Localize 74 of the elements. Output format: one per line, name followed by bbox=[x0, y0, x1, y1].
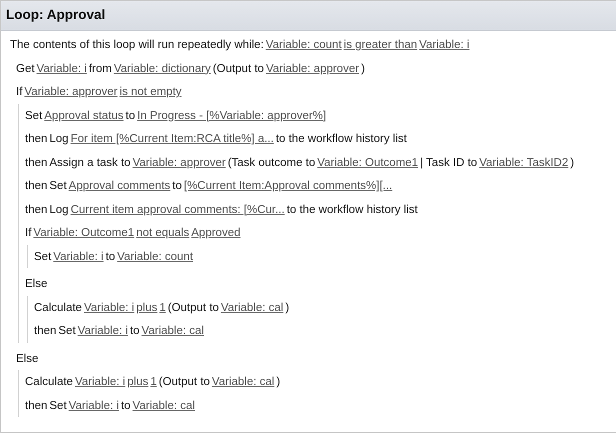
parameter-link[interactable]: Variable: cal bbox=[132, 398, 195, 415]
step-text: to bbox=[130, 324, 140, 340]
parameter-link[interactable]: Variable: i bbox=[78, 323, 128, 340]
parameter-link[interactable]: In Progress - [%Variable: approver%] bbox=[137, 108, 326, 125]
step-text: ) bbox=[570, 156, 574, 171]
step-text: Else bbox=[16, 352, 38, 367]
step-text: then bbox=[25, 179, 48, 194]
step-text: Assign a task to bbox=[49, 156, 131, 171]
parameter-link[interactable]: not equals bbox=[136, 225, 190, 242]
step-text: then bbox=[25, 398, 48, 414]
step-text: then bbox=[34, 324, 56, 340]
parameter-link[interactable]: 1 bbox=[159, 300, 166, 317]
step-text: The contents of this loop will run repeatedly while: bbox=[10, 38, 264, 54]
step-text: to the workflow history list bbox=[276, 132, 407, 148]
parameter-link[interactable]: Variable: approver bbox=[24, 84, 118, 102]
step-text: to bbox=[106, 250, 116, 265]
parameter-link[interactable]: Approved bbox=[191, 225, 240, 242]
step-text: then bbox=[25, 132, 48, 148]
parameter-link[interactable]: Variable: i bbox=[68, 398, 119, 415]
parameter-link[interactable]: Variable: i bbox=[419, 37, 470, 54]
step-text: (Output to bbox=[168, 300, 219, 316]
parameter-link[interactable]: Approval comments bbox=[68, 178, 170, 196]
step-text: (Task outcome to bbox=[228, 156, 316, 171]
step-text: If bbox=[16, 85, 22, 100]
parameter-link[interactable]: plus bbox=[136, 300, 158, 317]
step-text: ) bbox=[276, 375, 280, 390]
step-text: (Output to bbox=[212, 62, 264, 77]
step-text: ) bbox=[361, 62, 365, 77]
parameter-link[interactable]: is not empty bbox=[120, 84, 182, 102]
parameter-link[interactable]: Variable: cal bbox=[212, 374, 274, 392]
step-text: ) bbox=[285, 300, 290, 316]
step-text: Set bbox=[49, 179, 67, 194]
step-text: Set bbox=[58, 324, 76, 340]
parameter-link[interactable]: Variable: cal bbox=[220, 300, 284, 317]
parameter-link[interactable]: Variable: count bbox=[266, 37, 342, 54]
parameter-link[interactable]: is greater than bbox=[344, 37, 418, 54]
parameter-link[interactable]: Variable: TaskID2 bbox=[479, 154, 568, 172]
step-text: then bbox=[25, 202, 48, 218]
step-text: Get bbox=[16, 62, 35, 77]
parameter-link[interactable]: Variable: count bbox=[117, 248, 194, 266]
parameter-link[interactable]: [%Current Item:Approval comments%][... bbox=[184, 178, 392, 196]
step-text: to bbox=[126, 108, 136, 124]
parameter-link[interactable]: Variable: Outcome1 bbox=[317, 154, 418, 172]
step-text: from bbox=[88, 62, 112, 77]
step-text: to bbox=[120, 398, 131, 414]
parameter-link[interactable]: Variable: dictionary bbox=[114, 60, 211, 78]
step-text: Calculate bbox=[34, 300, 82, 316]
parameter-link[interactable]: Variable: i bbox=[74, 374, 126, 392]
parameter-link[interactable]: Variable: i bbox=[84, 300, 134, 317]
step-text: Log bbox=[49, 132, 69, 148]
step-text: then bbox=[25, 156, 48, 171]
parameter-link[interactable]: Variable: approver bbox=[132, 154, 226, 172]
step-text: If bbox=[25, 226, 32, 242]
parameter-link[interactable]: Variable: i bbox=[36, 60, 87, 78]
step-text: to the workflow history list bbox=[286, 202, 418, 218]
step-text: Log bbox=[49, 202, 69, 218]
parameter-link[interactable]: For item [%Current Item:RCA title%] a... bbox=[70, 131, 274, 148]
parameter-link[interactable]: Approval status bbox=[44, 108, 124, 125]
step-text: Set bbox=[34, 250, 52, 265]
loop-title: Loop: Approval bbox=[6, 7, 106, 22]
parameter-link[interactable]: 1 bbox=[150, 374, 157, 392]
step-text: Set bbox=[49, 398, 67, 414]
parameter-link[interactable]: Variable: cal bbox=[142, 323, 204, 340]
step-text: to bbox=[172, 179, 182, 194]
parameter-link[interactable]: Current item approval comments: [%Cur... bbox=[70, 202, 285, 219]
parameter-link[interactable]: Variable: i bbox=[53, 248, 104, 266]
step-text: Else bbox=[25, 277, 48, 292]
step-text: | Task ID to bbox=[420, 156, 478, 171]
step-text: Set bbox=[25, 108, 42, 124]
parameter-link[interactable]: plus bbox=[127, 374, 148, 392]
step-text: (Output to bbox=[158, 375, 210, 390]
parameter-link[interactable]: Variable: approver bbox=[266, 60, 360, 78]
step-text: Calculate bbox=[25, 375, 73, 390]
parameter-link[interactable]: Variable: Outcome1 bbox=[33, 225, 134, 242]
